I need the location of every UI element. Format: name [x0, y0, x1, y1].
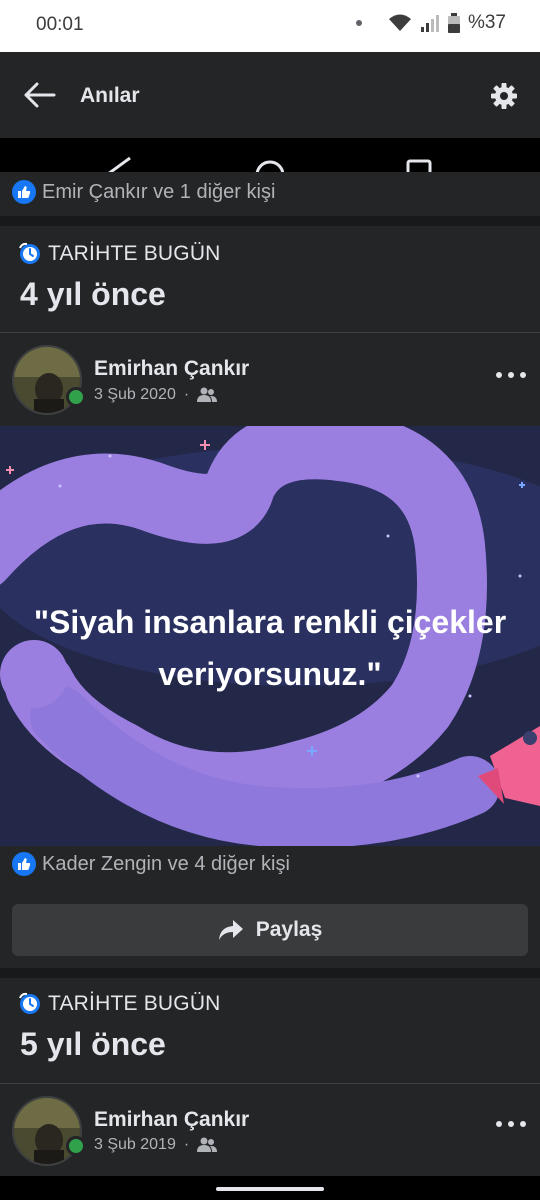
nav-home-icon — [255, 160, 285, 172]
more-icon-dot — [520, 1121, 526, 1127]
post-author[interactable]: Emirhan Çankır — [94, 357, 249, 381]
reactions-summary[interactable]: Emir Çankır ve 1 diğer kişi — [12, 180, 275, 204]
memory-years: 5 yıl önce — [20, 1026, 166, 1062]
share-label: Paylaş — [255, 918, 323, 941]
system-nav-overlay — [0, 138, 540, 172]
status-time: 00:01 — [36, 14, 84, 35]
more-icon — [496, 372, 502, 378]
reactions-text: Emir Çankır ve 1 diğer kişi — [42, 180, 276, 203]
like-icon — [12, 180, 36, 204]
more-options-button[interactable] — [496, 369, 526, 381]
back-arrow-icon — [24, 82, 56, 108]
quote-line-1: "Siyah insanlara renkli çiçekler — [33, 604, 507, 640]
memory-label: TARİHTE BUGÜN — [18, 242, 221, 266]
signal-icon — [420, 15, 439, 32]
post-meta: 3 Şub 2020 · — [94, 386, 218, 404]
app-bar: Anılar — [0, 52, 540, 138]
gear-icon — [491, 83, 517, 109]
post-header: Emirhan Çankır 3 Şub 2019 · — [0, 1084, 540, 1176]
meta-separator: · — [183, 386, 190, 403]
post-author[interactable]: Emirhan Çankır — [94, 1108, 249, 1132]
post-meta: 3 Şub 2019 · — [94, 1136, 218, 1154]
memory-label-text: TARİHTE BUGÜN — [48, 992, 221, 1015]
memory-header: TARİHTE BUGÜN 5 yıl önce — [0, 978, 540, 1084]
page-title: Anılar — [80, 84, 140, 107]
clock-icon — [19, 992, 40, 1014]
nav-back-icon — [108, 156, 131, 172]
memory-header: TARİHTE BUGÜN 4 yıl önce — [0, 226, 540, 333]
battery-percent: %37 — [467, 12, 506, 33]
post-header: Emirhan Çankır 3 Şub 2020 · — [0, 333, 540, 426]
quote-line-2: veriyorsunuz." — [158, 656, 382, 692]
post-image[interactable]: "Siyah insanlara renkli çiçekler veriyor… — [0, 426, 540, 846]
more-icon-dot — [508, 372, 514, 378]
nav-recents-icon — [406, 159, 432, 172]
share-arrow-icon — [218, 920, 243, 940]
online-status-icon — [66, 1136, 86, 1156]
battery-icon — [447, 13, 460, 33]
more-icon-dot — [520, 372, 526, 378]
like-icon — [12, 852, 36, 876]
friends-icon — [197, 1137, 218, 1152]
more-options-button[interactable] — [496, 1118, 526, 1130]
more-icon — [496, 1121, 502, 1127]
wifi-icon — [388, 14, 411, 31]
gesture-nav-bar — [0, 1176, 540, 1200]
status-bar: 00:01 %37 — [0, 0, 540, 52]
home-handle[interactable] — [216, 1187, 324, 1191]
online-status-icon — [66, 387, 86, 407]
post-date[interactable]: 3 Şub 2019 — [94, 1136, 176, 1154]
friends-icon — [197, 387, 218, 402]
clock-icon — [19, 242, 40, 264]
post-date[interactable]: 3 Şub 2020 — [94, 386, 176, 404]
quote-text: "Siyah insanlara renkli çiçekler veriyor… — [0, 596, 540, 700]
back-button[interactable] — [22, 78, 60, 112]
status-icons: %37 — [355, 12, 506, 34]
settings-button[interactable] — [490, 82, 518, 110]
memory-label-text: TARİHTE BUGÜN — [48, 242, 221, 265]
previous-post-card: Emir Çankır ve 1 diğer kişi — [0, 172, 540, 216]
memory-label: TARİHTE BUGÜN — [18, 992, 221, 1016]
notification-dot-icon — [355, 20, 362, 26]
avatar-photo — [14, 1098, 80, 1164]
memory-years: 4 yıl önce — [20, 276, 166, 312]
meta-separator: · — [183, 1136, 190, 1153]
reactions-text: Kader Zengin ve 4 diğer kişi — [42, 852, 290, 875]
share-button[interactable]: Paylaş — [12, 904, 528, 956]
more-icon-dot — [508, 1121, 514, 1127]
reactions-summary[interactable]: Kader Zengin ve 4 diğer kişi — [12, 852, 290, 876]
avatar[interactable] — [12, 1096, 82, 1166]
